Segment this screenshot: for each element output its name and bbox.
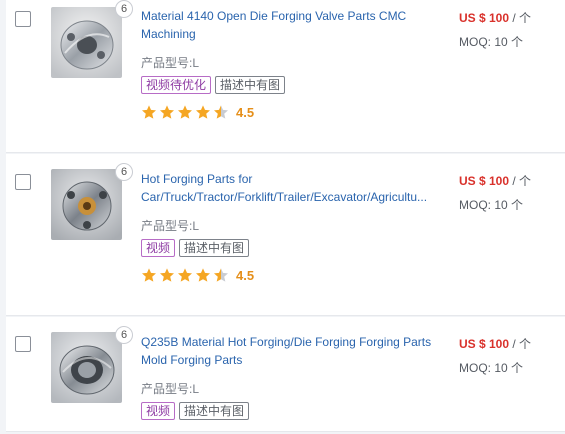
- star-icon: [178, 268, 192, 282]
- row-checkbox[interactable]: [15, 336, 31, 352]
- image-count-badge: 6: [115, 326, 133, 344]
- product-title-line1: Q235B Material Hot Forging/Die Forging F…: [141, 335, 432, 349]
- product-title-link[interactable]: Q235B Material Hot Forging/Die Forging F…: [141, 333, 441, 369]
- rating: 4.5: [141, 266, 254, 284]
- rating-value: 4.5: [236, 104, 255, 120]
- price-amount: US $ 100: [459, 11, 510, 25]
- half-star-icon: [214, 268, 228, 282]
- moq: MOQ: 10 个: [459, 35, 524, 49]
- row-checkbox[interactable]: [15, 11, 31, 27]
- tag-group: 视频 描述中有图: [141, 239, 250, 257]
- product-thumbnail[interactable]: [51, 169, 122, 240]
- product-title-line2: Machining: [141, 27, 196, 41]
- product-model: 产品型号:L: [141, 219, 200, 233]
- half-star-icon: [214, 105, 228, 119]
- star-icon: [142, 268, 156, 282]
- moq: MOQ: 10 个: [459, 198, 524, 212]
- rating-value: 4.5: [236, 267, 255, 283]
- product-thumbnail[interactable]: [51, 332, 122, 403]
- price: US $ 100 / 个: [459, 172, 531, 189]
- tag-desc-has-image: 描述中有图: [215, 76, 286, 94]
- product-row: 6 Hot Forging Parts for Car/Truck/Tracto…: [6, 154, 565, 316]
- star-icon: [142, 105, 156, 119]
- price: US $ 100 / 个: [459, 9, 531, 26]
- price-unit: / 个: [509, 11, 532, 25]
- price-unit: / 个: [509, 337, 532, 351]
- image-count-badge: 6: [115, 0, 133, 18]
- price: US $ 100 / 个: [459, 335, 531, 352]
- product-title-link[interactable]: Material 4140 Open Die Forging Valve Par…: [141, 7, 441, 43]
- product-title-line2: Mold Forging Parts: [141, 353, 243, 367]
- product-title-line1: Material 4140 Open Die Forging Valve Par…: [141, 9, 407, 23]
- row-checkbox[interactable]: [15, 174, 31, 190]
- product-title-line1: Hot Forging Parts for: [141, 172, 253, 186]
- product-thumbnail[interactable]: [51, 7, 122, 78]
- star-icon: [196, 105, 210, 119]
- product-model: 产品型号:L: [141, 382, 200, 396]
- tag-group: 视频待优化 描述中有图: [141, 76, 286, 94]
- product-model: 产品型号:L: [141, 56, 200, 70]
- tag-video: 视频: [141, 402, 176, 420]
- tag-group: 视频 描述中有图: [141, 402, 250, 420]
- product-row: 6 Q235B Material Hot Forging/Die Forging…: [6, 317, 565, 432]
- star-icon: [178, 105, 192, 119]
- tag-video: 视频: [141, 239, 176, 257]
- star-icon: [160, 268, 174, 282]
- product-row: 6 Material 4140 Open Die Forging Valve P…: [6, 0, 565, 153]
- moq: MOQ: 10 个: [459, 361, 524, 375]
- product-title-line2: Car/Truck/Tractor/Forklift/Trailer/Excav…: [141, 190, 428, 204]
- rating: 4.5: [141, 103, 254, 121]
- product-list: 6 Material 4140 Open Die Forging Valve P…: [0, 0, 565, 434]
- product-title-link[interactable]: Hot Forging Parts for Car/Truck/Tractor/…: [141, 170, 441, 206]
- tag-video-pending: 视频待优化: [141, 76, 212, 94]
- image-count-badge: 6: [115, 163, 133, 181]
- tag-desc-has-image: 描述中有图: [179, 402, 250, 420]
- star-icon: [196, 268, 210, 282]
- price-amount: US $ 100: [459, 337, 510, 351]
- tag-desc-has-image: 描述中有图: [179, 239, 250, 257]
- star-icon: [160, 105, 174, 119]
- price-unit: / 个: [509, 174, 532, 188]
- price-amount: US $ 100: [459, 174, 510, 188]
